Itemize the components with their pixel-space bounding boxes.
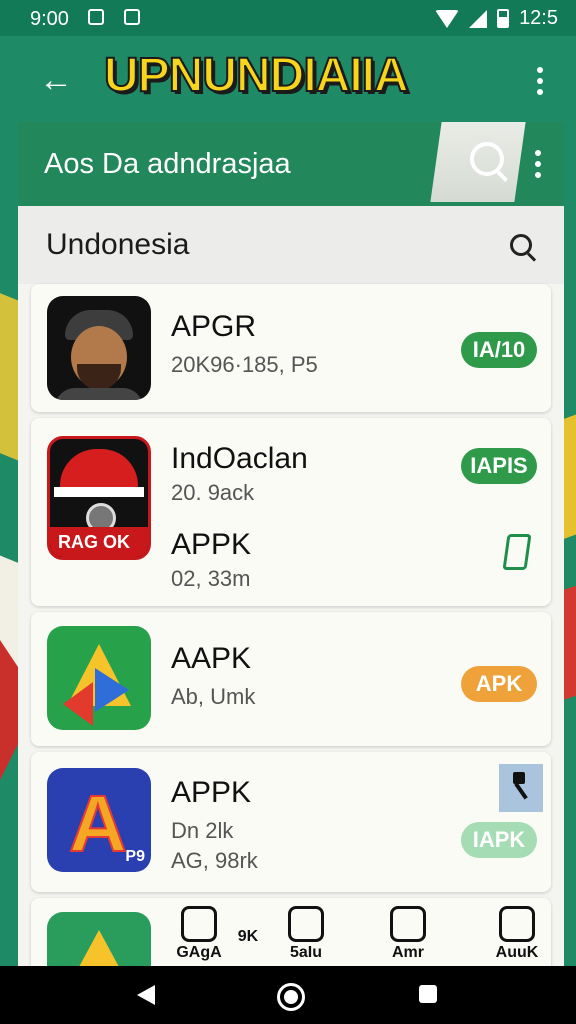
bottom-shortcut[interactable]: 5aIu [277, 906, 335, 962]
app-list-item[interactable]: AAPK Ab, Umk APK [31, 612, 551, 746]
app-badge-button[interactable]: APK [461, 666, 537, 702]
section-header: Aos Da adndrasjaa [18, 122, 564, 206]
notification-icon [124, 9, 140, 25]
app-name: AAPK [171, 642, 252, 675]
app-window: ← UPNUNDIAIIA Aos Da adndrasjaa Undonesi… [18, 36, 564, 966]
app-avatar-icon [47, 296, 151, 400]
bottom-shortcut[interactable]: GAgA [171, 906, 227, 962]
app-logo-icon [47, 912, 151, 966]
section-title: Aos Da adndrasjaa [44, 148, 291, 180]
app-meta: 20K96·185, P5 [171, 352, 318, 377]
battery-icon [497, 9, 510, 28]
app-meta: AG, 98rk [171, 848, 258, 873]
app-name: APPK [171, 528, 252, 561]
status-bar: 9:00 12:5 [0, 0, 576, 36]
app-meta: 20. 9ack [171, 480, 255, 505]
shortcut-icon [390, 906, 426, 942]
app-meta: 02, 33m [171, 566, 251, 591]
kebab-menu-icon[interactable] [534, 150, 542, 178]
signal-icon [469, 9, 488, 28]
shortcut-icon [499, 906, 535, 942]
bottom-shortcut-label: 5aIu [289, 944, 322, 961]
app-list-item[interactable]: GAgA 9K 5aIu Amr AuuK [31, 898, 551, 966]
app-logo-text: P9 [125, 848, 145, 865]
bookmark-icon[interactable] [502, 534, 532, 570]
app-logo-text: RAG OK [50, 527, 148, 557]
bottom-shortcut-label: GAgA [176, 944, 222, 961]
bottom-shortcut[interactable]: Amr [383, 906, 433, 962]
country-filter[interactable]: Undonesia [18, 206, 564, 284]
bottom-shortcut-label: AuuK [495, 944, 539, 961]
shortcut-icon [181, 906, 217, 942]
hammer-icon[interactable] [499, 764, 543, 812]
app-logo-icon: A P9 [47, 768, 151, 872]
notification-icon [88, 9, 104, 25]
battery-time: 12:5 [519, 7, 558, 29]
app-badge-button[interactable]: IA/10 [461, 332, 537, 368]
app-list-item[interactable]: APGR 20K96·185, P5 IA/10 [31, 284, 551, 412]
search-icon[interactable] [470, 142, 504, 176]
country-label: Undonesia [46, 228, 190, 261]
app-header: ← UPNUNDIAIIA [18, 36, 564, 122]
bottom-shortcut-label: 9K [237, 928, 259, 945]
system-navigation-bar [0, 966, 576, 1024]
app-name: IndOaclan [171, 442, 308, 475]
app-logo-icon [47, 626, 151, 730]
app-badge-button[interactable]: IAPK [461, 822, 537, 858]
nav-home-icon[interactable] [277, 983, 305, 1011]
app-list-item[interactable]: RAG OK IndOaclan 20. 9ack IAPIS APPK 02,… [31, 418, 551, 606]
app-meta: Dn 2lk [171, 818, 234, 843]
bottom-shortcut[interactable]: 9K [227, 928, 269, 946]
search-icon[interactable] [510, 234, 532, 256]
nav-recents-icon[interactable] [419, 985, 437, 1003]
app-logo-icon: RAG OK [47, 436, 151, 560]
nav-back-icon[interactable] [137, 985, 155, 1005]
wifi-icon [435, 9, 460, 28]
app-badge-button[interactable]: IAPIS [461, 448, 537, 484]
status-time: 9:00 [30, 8, 69, 30]
back-arrow-icon[interactable]: ← [36, 60, 76, 100]
app-list-item[interactable]: A P9 APPK Dn 2lk AG, 98rk IAPK [31, 752, 551, 892]
bottom-shortcut[interactable]: AuuK [489, 906, 545, 962]
bottom-shortcut-label: Amr [391, 944, 424, 961]
app-title: UPNUNDIAIIA [103, 48, 410, 103]
app-meta: Ab, Umk [171, 684, 256, 709]
app-name: APGR [171, 310, 257, 343]
shortcut-icon [288, 906, 324, 942]
app-name: APPK [171, 776, 252, 809]
kebab-menu-icon[interactable] [536, 67, 544, 95]
